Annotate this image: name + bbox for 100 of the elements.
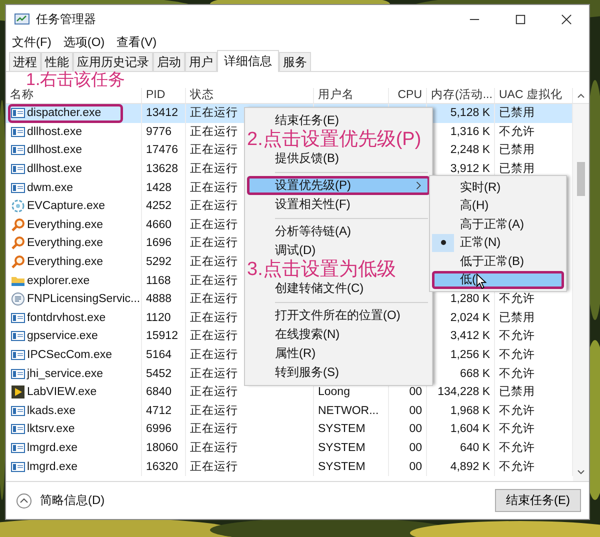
menu-item[interactable]: 低于正常(B) — [432, 252, 564, 270]
scroll-thumb[interactable] — [577, 162, 585, 196]
menu-item[interactable]: 高(H) — [432, 196, 564, 215]
menu-item[interactable]: 高于正常(A) — [432, 215, 564, 234]
tab[interactable]: 进程 — [9, 52, 41, 71]
table-cell: 00 — [409, 460, 422, 473]
menu-item[interactable]: 转到服务(S) — [247, 363, 430, 382]
collapse-icon[interactable] — [16, 492, 32, 508]
column-header[interactable]: 状态 — [186, 88, 314, 103]
tab[interactable]: 详细信息 — [217, 50, 279, 72]
table-cell: 正在运行 — [190, 293, 238, 306]
table-cell: 00 — [409, 404, 422, 417]
column-header[interactable]: CPU — [389, 88, 427, 103]
window-icon — [11, 124, 25, 139]
column-header[interactable]: PID — [142, 88, 186, 103]
process-name: gpservice.exe — [27, 330, 98, 342]
menu-item[interactable]: 结束任务(E) — [247, 111, 430, 130]
menu-item[interactable]: 在线搜索(N) — [247, 325, 430, 344]
menu-item[interactable]: 低( — [432, 270, 564, 289]
table-cell: 不允许 — [499, 293, 535, 306]
menu-item[interactable]: 调试(D) — [247, 241, 430, 260]
menu-item[interactable]: 正常(N) — [432, 234, 564, 252]
column-header[interactable]: 用户名 — [314, 88, 389, 103]
table-cell: 不允许 — [499, 126, 535, 138]
menu-item[interactable]: 分析等待链(A) — [247, 222, 430, 241]
table-cell: 4712 — [146, 404, 172, 417]
magnifier-icon — [11, 255, 25, 270]
menu-item[interactable]: 选项(O) — [63, 34, 105, 50]
table-cell: 3,412 K — [450, 330, 490, 342]
table-cell: 正在运行 — [190, 460, 238, 473]
process-name: dllhost.exe — [27, 144, 82, 156]
table-cell: 134,228 K — [438, 386, 490, 398]
table-cell: 正在运行 — [190, 274, 238, 287]
table-cell: 4888 — [146, 293, 172, 306]
tab[interactable]: 用户 — [185, 52, 217, 71]
tab[interactable]: 应用历史记录 — [73, 52, 153, 71]
process-name: FNPLicensingServic... — [27, 293, 140, 306]
window-icon — [11, 143, 25, 158]
table-cell: 668 K — [460, 368, 490, 380]
table-cell: 1168 — [146, 274, 171, 287]
app-icon — [14, 11, 30, 27]
column-header[interactable]: 名称 — [6, 88, 142, 103]
magnifier-icon — [11, 218, 25, 232]
end-task-button[interactable]: 结束任务(E) — [495, 489, 581, 512]
tab[interactable]: 服务 — [279, 52, 311, 71]
menu-item[interactable]: 查看(V) — [116, 34, 157, 50]
table-cell: 正在运行 — [190, 312, 238, 324]
window-icon — [11, 310, 25, 325]
table-cell: 9776 — [146, 126, 172, 138]
table-cell: 不允许 — [499, 404, 535, 417]
menu-item[interactable]: 设置相关性(F) — [247, 195, 430, 214]
column-header[interactable]: UAC 虚拟化 — [495, 88, 573, 103]
table-cell: 已禁用 — [499, 312, 535, 324]
table-cell: 已禁用 — [499, 163, 535, 176]
process-name: Everything.exe — [27, 218, 104, 231]
menu-item[interactable]: 实时(R) — [432, 178, 564, 196]
process-name: jhi_service.exe — [27, 368, 104, 380]
table-cell: SYSTEM — [318, 423, 366, 436]
scroll-down-icon[interactable] — [576, 467, 586, 477]
menu-item[interactable]: 属性(R) — [247, 344, 430, 363]
table-row[interactable]: lmgrd.exe 18060 正在运行 SYSTEM 00 640 K 不允许 — [6, 438, 573, 458]
table-cell: 正在运行 — [190, 423, 238, 436]
table-row[interactable]: lkads.exe 4712 正在运行 NETWOR... 00 1,968 K 不允许 — [6, 402, 573, 420]
process-name: lktsrv.exe — [27, 423, 75, 436]
table-row[interactable]: lmgrd.exe 16320 正在运行 SYSTEM 00 4,892 K 不允许 — [6, 457, 573, 476]
process-name: IPCSecCom.exe — [27, 349, 112, 362]
table-cell: 17476 — [146, 144, 178, 156]
window-icon — [11, 422, 25, 436]
tab[interactable]: 启动 — [153, 52, 185, 71]
chevron-right-icon — [415, 181, 422, 190]
table-cell: 正在运行 — [190, 404, 238, 417]
play-icon — [11, 385, 25, 400]
table-cell: 5452 — [146, 368, 172, 380]
details-toggle[interactable]: 简略信息(D) — [40, 492, 105, 509]
menu-item[interactable]: 设置优先级(P) — [247, 176, 430, 195]
table-cell: 不允许 — [499, 442, 535, 454]
process-name: fontdrvhost.exe — [27, 312, 106, 324]
menu-item[interactable]: 打开文件所在的位置(O) — [247, 306, 430, 325]
service-icon — [11, 292, 25, 306]
process-name: EVCapture.exe — [27, 200, 105, 212]
window-icon — [11, 106, 25, 120]
table-cell: 正在运行 — [190, 256, 238, 268]
window-icon — [11, 348, 25, 362]
table-cell: 6840 — [146, 386, 172, 398]
table-cell: 正在运行 — [190, 182, 238, 194]
table-cell: 640 K — [460, 442, 490, 454]
table-row[interactable]: lktsrv.exe 6996 正在运行 SYSTEM 00 1,604 K 不允许 — [6, 420, 573, 439]
tab[interactable]: 性能 — [41, 52, 73, 71]
table-cell: 13412 — [146, 107, 178, 120]
table-cell: 已禁用 — [499, 144, 535, 156]
table-cell: Loong — [318, 386, 350, 398]
table-cell: 正在运行 — [190, 218, 238, 231]
process-name: dispatcher.exe — [27, 107, 102, 120]
column-header[interactable]: 内存(活动... — [427, 88, 495, 103]
table-cell: 正在运行 — [190, 163, 238, 176]
table-cell: 1,316 K — [450, 126, 490, 138]
process-name: dwm.exe — [27, 182, 74, 194]
menu-item[interactable]: 文件(F) — [12, 34, 52, 50]
table-cell: 4252 — [146, 200, 172, 212]
process-name: Everything.exe — [27, 256, 104, 268]
